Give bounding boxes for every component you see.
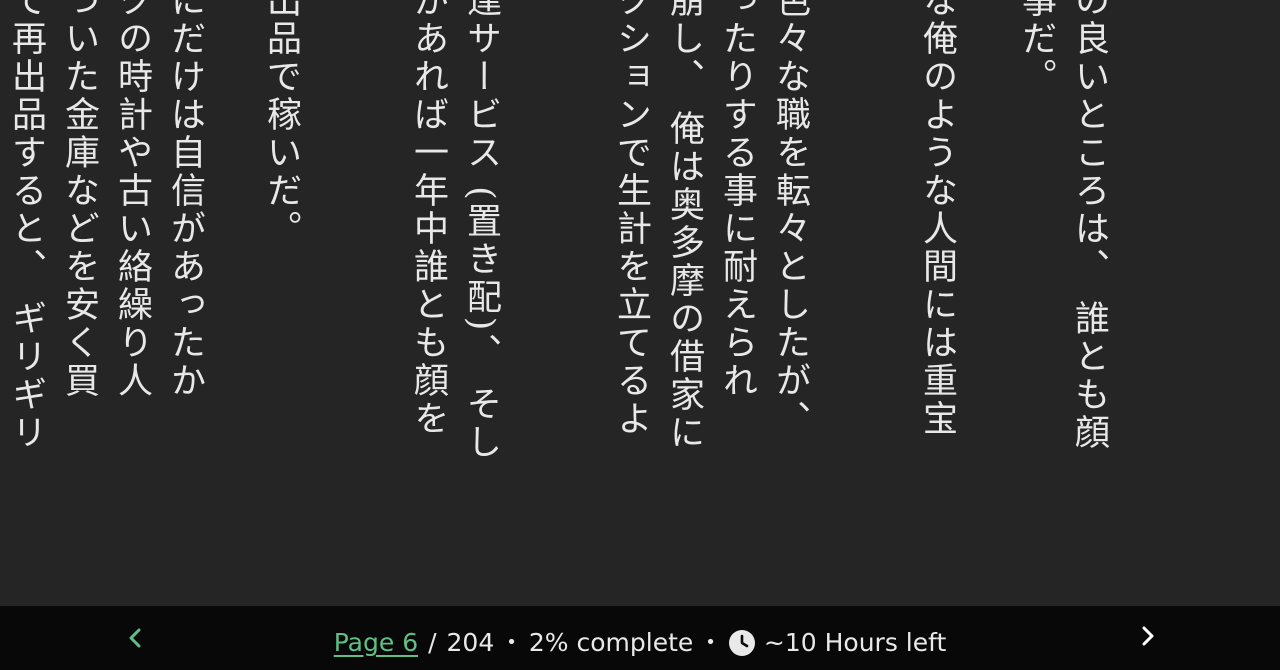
text-column: にだけは自信があったか xyxy=(165,0,205,400)
bullet-separator: • xyxy=(506,632,517,653)
page-separator: / xyxy=(428,628,437,657)
chevron-right-icon xyxy=(1138,624,1158,653)
text-column: ついた金庫などを安く買 xyxy=(59,0,99,400)
text-column: て再出品すると、 ギリギリ xyxy=(6,0,46,453)
reading-progress: Page 6 / 204 • 2% complete • ~10 Hours l… xyxy=(0,628,1280,657)
text-column: があれば一年中誰とも顔を xyxy=(408,0,448,438)
text-column: クションで生計を立てるよ xyxy=(611,0,651,438)
total-pages: 204 xyxy=(446,628,495,657)
time-left: ~10 Hours left xyxy=(763,628,947,657)
text-column: ったりする事に耐えられ xyxy=(717,0,757,400)
text-column: な俺のような人間には重宝 xyxy=(917,0,957,438)
percent-complete: 2% complete xyxy=(528,628,694,657)
reading-area[interactable]: の良いところは、 誰とも顔 事だ。 な俺のような人間には重宝 色々な職を転々とし… xyxy=(0,0,1280,606)
ebook-reader: の良いところは、 誰とも顔 事だ。 な俺のような人間には重宝 色々な職を転々とし… xyxy=(0,0,1280,670)
text-column: 色々な職を転々としたが、 xyxy=(770,0,810,438)
bullet-separator: • xyxy=(705,632,716,653)
text-column: 。 xyxy=(361,0,401,20)
text-column: 事だ。 xyxy=(1016,0,1056,96)
text-column: 崩し、 俺は奥多摩の借家に xyxy=(664,0,704,453)
clock-icon xyxy=(728,629,756,657)
text-column: 達サービス (置き配)、 そし xyxy=(461,0,501,462)
text-column: 出品で稼いだ。 xyxy=(261,0,301,248)
reader-status-bar: Page 6 / 204 • 2% complete • ~10 Hours l… xyxy=(0,606,1280,670)
next-page-button[interactable] xyxy=(1128,618,1168,658)
text-column: の良いところは、 誰とも顔 xyxy=(1069,0,1109,453)
current-page-link[interactable]: Page 6 xyxy=(334,628,418,657)
text-column: クの時計や古い絡繰り人 xyxy=(112,0,152,400)
